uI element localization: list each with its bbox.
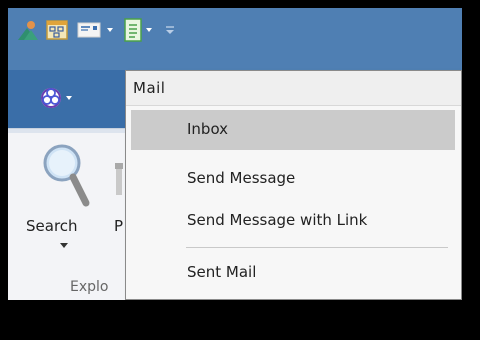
menu-item-label: Sent Mail xyxy=(187,263,257,281)
search-button-label[interactable]: Search xyxy=(26,217,78,235)
menu-header: Mail xyxy=(126,71,461,106)
menu-item-label: Send Message xyxy=(187,169,296,187)
diagram-icon[interactable] xyxy=(44,16,70,44)
document-icon[interactable] xyxy=(120,16,160,44)
menu-header-label: Mail xyxy=(133,79,166,97)
person-icon[interactable] xyxy=(14,16,40,44)
mail-icon[interactable] xyxy=(76,16,116,44)
right-border xyxy=(462,0,480,340)
application-window: Search P Explo Mail Inbox Send Message S… xyxy=(0,0,480,340)
bottom-border xyxy=(0,300,480,340)
quick-access-toolbar xyxy=(8,8,462,70)
menu-item-label: Send Message with Link xyxy=(187,211,368,229)
magnifier-icon[interactable] xyxy=(38,141,96,213)
search-dropdown-arrow[interactable] xyxy=(60,243,68,248)
menu-item-inbox[interactable]: Inbox xyxy=(131,110,455,150)
network-icon[interactable] xyxy=(38,84,78,112)
top-border xyxy=(0,0,480,8)
mail-dropdown-menu: Mail Inbox Send Message Send Message wit… xyxy=(125,70,462,300)
ribbon-group-label: Explo xyxy=(70,279,109,295)
menu-item-sent-mail[interactable]: Sent Mail xyxy=(131,253,455,293)
partial-button-label[interactable]: P xyxy=(114,217,123,235)
quick-access-row xyxy=(8,16,462,44)
menu-separator xyxy=(186,247,448,248)
menu-item-send-message-with-link[interactable]: Send Message with Link xyxy=(131,201,455,241)
overflow-icon[interactable] xyxy=(162,16,178,44)
menu-item-send-message[interactable]: Send Message xyxy=(131,159,455,199)
partial-icon[interactable] xyxy=(112,153,124,205)
menu-item-label: Inbox xyxy=(187,120,229,138)
